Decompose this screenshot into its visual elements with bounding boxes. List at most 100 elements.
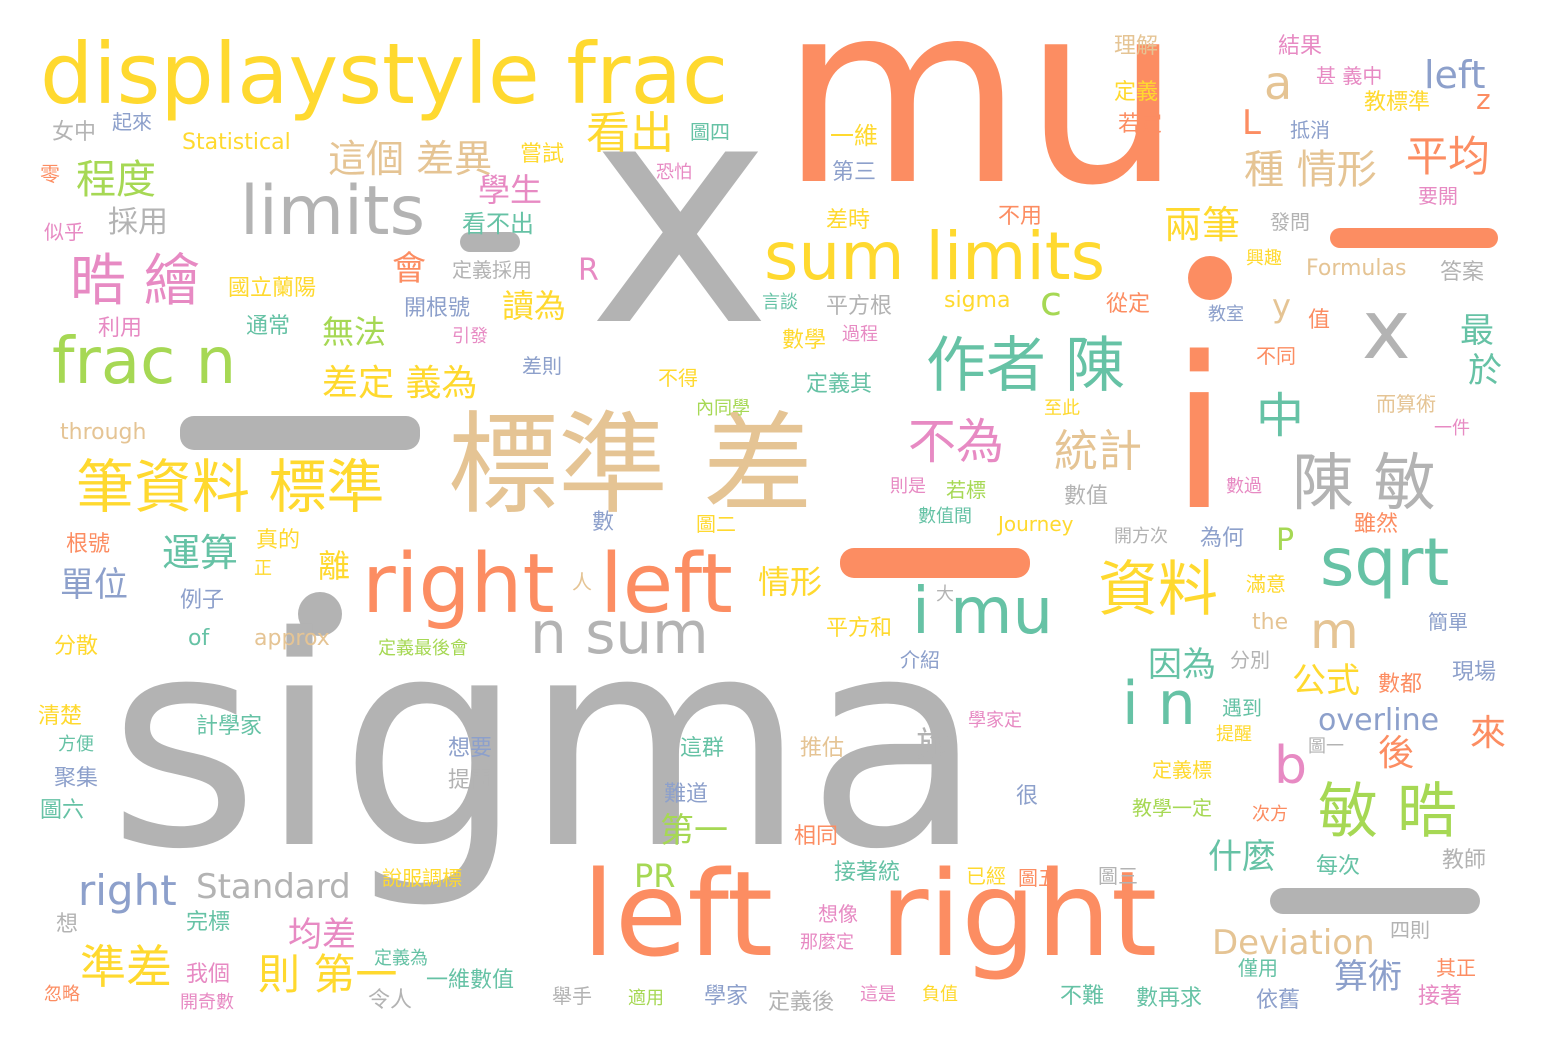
cloud-word: b [1274,736,1308,796]
cloud-word: overline [1318,703,1440,738]
cloud-word: 教師 [1442,848,1487,873]
cloud-word: limits [240,172,426,251]
i-dot [1188,256,1232,300]
cloud-word: 敏 晧 [1318,777,1458,847]
cloud-word: 計學家 [196,714,263,739]
cloud-word: 利用 [98,316,143,341]
cloud-word: 教學一定 [1132,796,1212,820]
overline-bar [1330,228,1498,248]
cloud-word: 清楚 [38,704,83,729]
cloud-word: 一件 [1434,418,1470,439]
cloud-word: approx [254,626,330,651]
cloud-word: 程度 [76,157,156,203]
cloud-word: 開奇數 [180,992,234,1013]
cloud-word: 簡單 [1428,610,1468,634]
cloud-word: 資料 [1098,555,1218,625]
cloud-word: 方便 [58,734,94,755]
cloud-word: 定義其 [806,372,873,397]
cloud-word: 引發 [452,326,488,347]
cloud-word: 接著 [1418,984,1463,1009]
cloud-word: 圖三 [1098,864,1138,888]
cloud-word: 不難 [1060,984,1105,1009]
cloud-word: a [1264,56,1293,110]
cloud-word: 過程 [842,324,878,345]
cloud-word: z [1476,83,1491,116]
cloud-word: 完標 [186,910,231,935]
cloud-word: L [1242,103,1261,143]
cloud-word: 想要 [448,736,493,761]
cloud-word: 分別 [1230,648,1270,672]
cloud-word: 不得 [658,366,698,390]
cloud-word: 種 情形 [1244,147,1377,193]
cloud-word: 筆資料 標準 [76,453,385,521]
cloud-word: 後 [1378,733,1415,774]
cloud-word: 甚 義中 [1316,64,1383,88]
cloud-word: 兩筆 [1164,203,1241,247]
cloud-word: sqrt [1320,524,1450,601]
cloud-word: 什麼 [1208,837,1276,877]
cloud-word: left [582,845,774,983]
cloud-word: 似乎 [44,220,84,244]
cloud-word: 想像 [818,902,858,926]
cloud-word: 圖二 [696,512,736,536]
cloud-word: 要開 [1418,184,1458,208]
cloud-word: 均差 [288,915,356,955]
cloud-word: sigma [944,288,1011,313]
cloud-word: 不為 [908,414,1005,470]
cloud-word: 言談 [762,292,798,313]
cloud-word: 圖一 [1308,736,1344,757]
cloud-word: 零 [40,162,60,186]
cloud-word: 令人 [368,988,413,1013]
cloud-word: 數再求 [1136,986,1203,1011]
cloud-word: Deviation [1212,923,1375,963]
cloud-word: 因為 [1148,645,1216,685]
cloud-word: 一維 [830,122,878,150]
cloud-word: 僅用 [1238,956,1278,980]
cloud-word: 介紹 [900,648,940,672]
cloud-word: 不同 [1256,344,1296,368]
cloud-word: 發問 [1270,210,1310,234]
cloud-word: 於 [1468,351,1502,391]
cloud-word: 提問 [448,768,493,793]
cloud-word: 數學 [782,328,827,353]
cloud-word: 人 [572,570,592,594]
cloud-word: 為何 [1200,526,1245,551]
cloud-word: 無法 [322,313,387,351]
cloud-word: 圖五 [1018,866,1058,890]
cloud-word: the [1252,610,1289,635]
cloud-word: 陳 敏 [1292,446,1436,519]
cloud-word: 結果 [1278,34,1323,59]
cloud-word: 國立蘭陽 [228,276,317,301]
cloud-word: 次方 [1252,804,1288,825]
cloud-word: 女中 [52,120,97,145]
cloud-word: 通常 [246,314,291,339]
cloud-word: 教室 [1208,304,1244,325]
cloud-word: 值 [1308,308,1331,333]
cloud-word: y [1272,287,1291,325]
cloud-word: 根號 [66,532,111,557]
cloud-word: 嘗試 [520,142,565,167]
cloud-word: 數值 [1064,484,1109,509]
cloud-word: 難道 [664,782,709,807]
cloud-word: 接著統 [834,860,901,885]
cloud-word: 這群 [680,736,725,761]
cloud-word: Journey [998,512,1074,536]
cloud-word: 準差 [80,940,172,994]
cloud-word: 運算 [162,531,239,575]
cloud-word: 答案 [1440,260,1485,285]
cloud-word: displaystyle frac [40,25,729,123]
cloud-word: 開方次 [1114,526,1168,547]
cloud-word: 大 [936,584,954,605]
cloud-word: Standard [196,867,351,907]
cloud-word: 遇到 [1222,696,1262,720]
cloud-word: 很 [1016,784,1039,809]
cloud-word: 作者 陳 [926,331,1126,401]
cloud-word: 最 [1460,311,1494,351]
cloud-word: 平方根 [826,294,893,319]
cloud-word: 抵消 [1290,118,1330,142]
cloud-word: 現場 [1452,660,1497,685]
cloud-word: 那麼定 [800,932,854,953]
cloud-word: 單位 [60,565,128,605]
cloud-word: 算術 [1334,957,1402,997]
cloud-word: 學家 [704,984,749,1009]
